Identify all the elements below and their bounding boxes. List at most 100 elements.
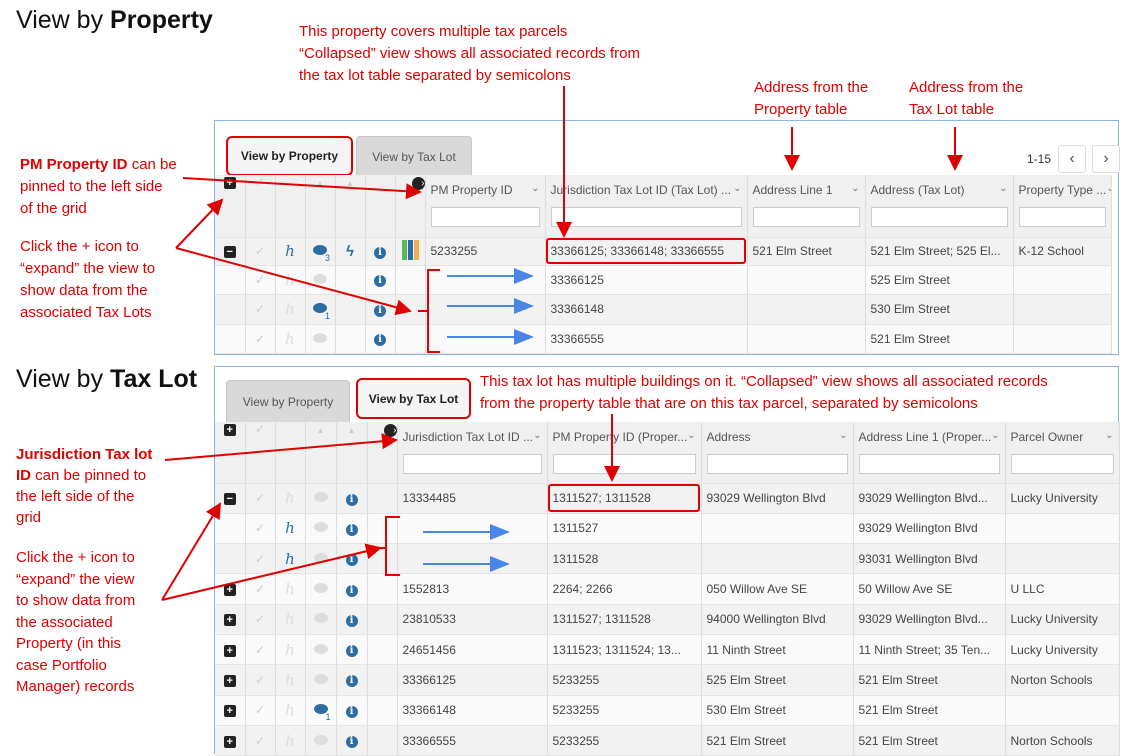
info-icon[interactable]: i xyxy=(345,705,358,718)
comment-icon[interactable] xyxy=(313,492,328,503)
comment-icon[interactable] xyxy=(313,613,328,624)
check-icon[interactable]: ✓ xyxy=(255,491,265,505)
comment-icon[interactable] xyxy=(313,332,327,343)
comment-icon[interactable]: 1 xyxy=(313,704,331,722)
chevron-down-icon[interactable]: ⌄ xyxy=(839,430,847,444)
column-filter-input[interactable] xyxy=(550,207,742,227)
info-icon[interactable]: i xyxy=(345,554,358,567)
expand-icon[interactable]: + xyxy=(223,735,236,748)
check-icon[interactable]: ✓ xyxy=(255,175,265,189)
check-icon[interactable]: ✓ xyxy=(255,643,265,657)
annotation-address-taxlot: Address from the Tax Lot table xyxy=(909,79,1024,118)
tab-view-by-taxlot[interactable]: View by Tax Lot xyxy=(356,378,471,419)
column-header[interactable]: Address ⌄ xyxy=(701,422,854,484)
comment-icon[interactable] xyxy=(313,734,328,745)
pair-icon[interactable]: h xyxy=(285,519,295,537)
check-icon[interactable]: ✓ xyxy=(255,521,265,535)
chevron-down-icon[interactable]: ⌄ xyxy=(991,430,999,444)
chevron-down-icon[interactable]: ⌄ xyxy=(999,183,1007,197)
comment-icon[interactable]: 1 xyxy=(313,303,330,321)
check-icon[interactable]: ✓ xyxy=(255,302,265,316)
column-filter-input[interactable] xyxy=(552,454,696,474)
comment-icon[interactable] xyxy=(313,583,328,594)
column-header[interactable]: PM Property ID (Proper... ⌄ xyxy=(547,422,702,484)
info-icon[interactable]: i xyxy=(345,675,358,688)
column-header[interactable]: Address Line 1 ⌄ xyxy=(747,175,866,238)
lightning-icon[interactable]: ϟ xyxy=(346,243,354,260)
comment-icon[interactable] xyxy=(313,552,328,563)
info-icon[interactable]: i xyxy=(345,614,358,627)
pair-icon[interactable]: h xyxy=(285,550,295,568)
check-icon[interactable]: ✓ xyxy=(255,422,265,436)
tab-view-by-taxlot[interactable]: View by Tax Lot xyxy=(356,136,472,176)
info-icon[interactable]: i xyxy=(374,246,386,259)
chevron-down-icon[interactable]: ⌄ xyxy=(531,183,539,197)
check-icon[interactable]: ✓ xyxy=(255,332,265,346)
info-icon[interactable]: i xyxy=(374,275,386,288)
comment-icon[interactable] xyxy=(313,522,328,533)
info-icon[interactable]: i xyxy=(345,584,358,597)
column-filter-input[interactable] xyxy=(430,207,540,227)
expand-icon[interactable]: + xyxy=(223,177,236,189)
comment-icon[interactable] xyxy=(313,673,328,684)
column-filter-input[interactable] xyxy=(1018,207,1106,227)
expand-icon[interactable]: + xyxy=(223,424,236,436)
check-icon[interactable]: ✓ xyxy=(255,244,265,258)
info-cell: i xyxy=(336,725,368,756)
tab-view-by-property[interactable]: View by Property xyxy=(226,380,350,422)
pair-icon[interactable]: h xyxy=(285,242,295,260)
info-icon[interactable]: i xyxy=(345,493,358,506)
chevron-down-icon[interactable]: ⌄ xyxy=(533,430,541,444)
chevron-down-icon[interactable]: ⌄ xyxy=(687,430,695,444)
next-page-button[interactable]: › xyxy=(1092,145,1120,173)
collapse-icon[interactable]: − xyxy=(223,246,236,258)
column-filter-input[interactable] xyxy=(870,207,1008,227)
column-header[interactable]: PM Property ID ⌄ xyxy=(425,175,546,238)
sort-icon[interactable]: ▲ xyxy=(317,422,325,436)
check-icon[interactable]: ✓ xyxy=(255,552,265,566)
tab-view-by-property[interactable]: View by Property xyxy=(226,136,353,176)
comment-icon[interactable] xyxy=(313,273,327,284)
column-filter-input[interactable] xyxy=(752,207,860,227)
check-icon[interactable]: ✓ xyxy=(255,734,265,748)
pin-icon[interactable]: › xyxy=(383,422,396,437)
prev-page-button[interactable]: ‹ xyxy=(1058,145,1086,173)
chevron-down-icon[interactable]: ⌄ xyxy=(733,183,741,197)
expand-icon[interactable]: + xyxy=(223,584,236,597)
check-icon[interactable]: ✓ xyxy=(255,273,265,287)
column-header[interactable]: Jurisdiction Tax Lot ID (Tax Lot) ... ⌄ xyxy=(545,175,748,238)
column-header[interactable]: Address Line 1 (Proper... ⌄ xyxy=(853,422,1006,484)
check-icon[interactable]: ✓ xyxy=(255,612,265,626)
column-header[interactable]: Jurisdiction Tax Lot ID ... ⌄ xyxy=(397,422,548,484)
column-filter-input[interactable] xyxy=(1010,454,1114,474)
chevron-down-icon[interactable]: ⌄ xyxy=(1105,430,1113,444)
column-header[interactable]: Property Type ...⌄ xyxy=(1013,175,1112,238)
chevron-down-icon[interactable]: ⌄ xyxy=(1106,183,1110,197)
column-filter-input[interactable] xyxy=(706,454,848,474)
comment-icon[interactable]: 3 xyxy=(313,245,330,263)
comment-icon[interactable] xyxy=(313,643,328,654)
sort-icon[interactable]: ▲ xyxy=(346,175,354,189)
collapse-icon[interactable]: − xyxy=(223,493,236,506)
sort-icon[interactable]: ▲ xyxy=(316,175,324,189)
expand-icon[interactable]: + xyxy=(223,705,236,718)
column-filter-input[interactable] xyxy=(858,454,1000,474)
info-icon[interactable]: i xyxy=(345,523,358,536)
expand-icon[interactable]: + xyxy=(223,644,236,657)
check-icon[interactable]: ✓ xyxy=(255,582,265,596)
check-icon[interactable]: ✓ xyxy=(255,703,265,717)
column-filter-input[interactable] xyxy=(402,454,542,474)
sort-icon[interactable]: ▲ xyxy=(348,422,356,436)
column-header[interactable]: Parcel Owner ⌄ xyxy=(1005,422,1120,484)
pin-icon[interactable]: › xyxy=(411,175,424,190)
info-icon[interactable]: i xyxy=(374,334,386,347)
pin-cell xyxy=(367,664,398,696)
expand-icon[interactable]: + xyxy=(223,614,236,627)
info-icon[interactable]: i xyxy=(345,645,358,658)
info-icon[interactable]: i xyxy=(345,736,358,749)
column-header[interactable]: Address (Tax Lot) ⌄ xyxy=(865,175,1014,238)
check-icon[interactable]: ✓ xyxy=(255,673,265,687)
info-icon[interactable]: i xyxy=(374,304,386,317)
chevron-down-icon[interactable]: ⌄ xyxy=(851,183,859,197)
expand-icon[interactable]: + xyxy=(223,674,236,687)
